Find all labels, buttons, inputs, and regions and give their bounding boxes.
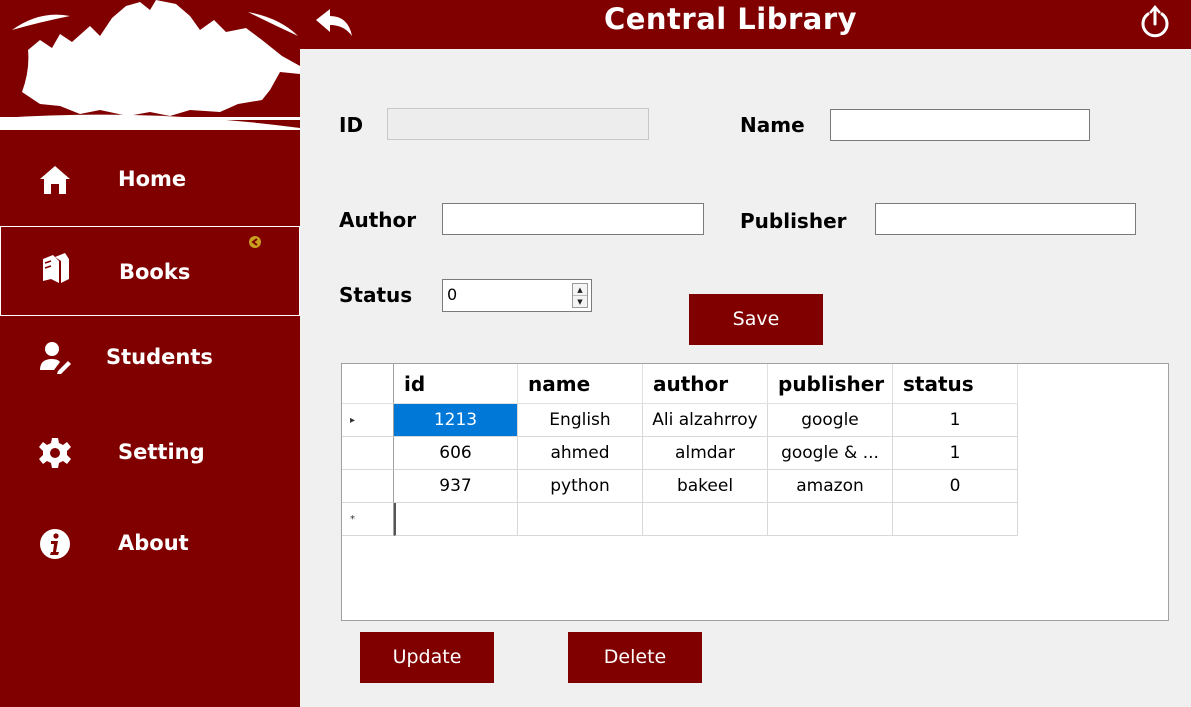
sidebar-item-about[interactable]: About [0,505,300,583]
sidebar: Home Books Students Setting About [0,0,300,707]
publisher-label: Publisher [740,209,847,233]
name-field[interactable] [830,109,1090,141]
header-corner [342,364,394,404]
row-header [342,437,394,470]
gear-icon [39,438,71,468]
table-cell[interactable]: python [518,470,643,503]
table-cell[interactable]: Ali alzahrroy [643,404,768,437]
author-field[interactable] [442,203,704,235]
table-cell[interactable]: almdar [643,437,768,470]
sidebar-item-label: Books [119,260,191,284]
status-stepper[interactable]: 0 ▲ ▼ [442,279,592,312]
table-cell[interactable] [394,503,518,536]
table-cell[interactable]: 1 [893,404,1018,437]
delete-button[interactable]: Delete [568,632,702,683]
table-cell[interactable] [893,503,1018,536]
table-cell[interactable] [768,503,893,536]
table-cell[interactable]: 1 [893,437,1018,470]
column-header-author[interactable]: author [643,364,768,404]
sidebar-item-label: Home [118,167,187,191]
sidebar-item-label: Setting [118,440,205,464]
save-button[interactable]: Save [689,294,823,345]
books-table[interactable]: id name author publisher status ▸ 1213 E… [341,363,1169,621]
new-row-marker-icon: * [342,503,394,536]
table-cell[interactable]: 0 [893,470,1018,503]
power-icon[interactable] [1137,4,1173,42]
page-title: Central Library [603,2,858,36]
home-icon [40,166,70,194]
sidebar-item-students[interactable]: Students [0,318,300,396]
student-icon [40,342,71,374]
table-cell[interactable]: amazon [768,470,893,503]
table-cell[interactable]: bakeel [643,470,768,503]
table-cell[interactable]: ahmed [518,437,643,470]
books-icon [43,253,69,283]
table-cell[interactable]: 937 [394,470,518,503]
table-cell[interactable]: 606 [394,437,518,470]
row-header [342,470,394,503]
active-indicator-icon [249,236,261,248]
table-cell[interactable]: 1213 [394,404,518,437]
back-arrow-icon[interactable] [312,6,356,40]
update-button[interactable]: Update [360,632,494,683]
sidebar-item-setting[interactable]: Setting [0,414,300,492]
column-header-id[interactable]: id [394,364,518,404]
stepper-arrows: ▲ ▼ [572,283,588,308]
info-icon [40,529,70,559]
author-label: Author [339,208,417,232]
column-header-publisher[interactable]: publisher [768,364,893,404]
column-header-name[interactable]: name [518,364,643,404]
stepper-down-icon[interactable]: ▼ [573,296,587,308]
id-label: ID [339,113,364,137]
sidebar-item-label: About [118,531,189,555]
status-label: Status [339,283,413,307]
table-cell[interactable]: English [518,404,643,437]
table-cell[interactable]: google & ... [768,437,893,470]
current-row-indicator-icon: ▸ [342,404,394,437]
table-cell[interactable] [643,503,768,536]
stepper-up-icon[interactable]: ▲ [573,284,587,296]
id-field [387,108,649,140]
publisher-field[interactable] [875,203,1136,235]
column-header-status[interactable]: status [893,364,1018,404]
sidebar-item-home[interactable]: Home [0,140,300,218]
table-cell[interactable] [518,503,643,536]
status-value: 0 [447,285,458,304]
sidebar-item-label: Students [106,345,213,369]
name-label: Name [740,113,805,137]
table-cell[interactable]: google [768,404,893,437]
